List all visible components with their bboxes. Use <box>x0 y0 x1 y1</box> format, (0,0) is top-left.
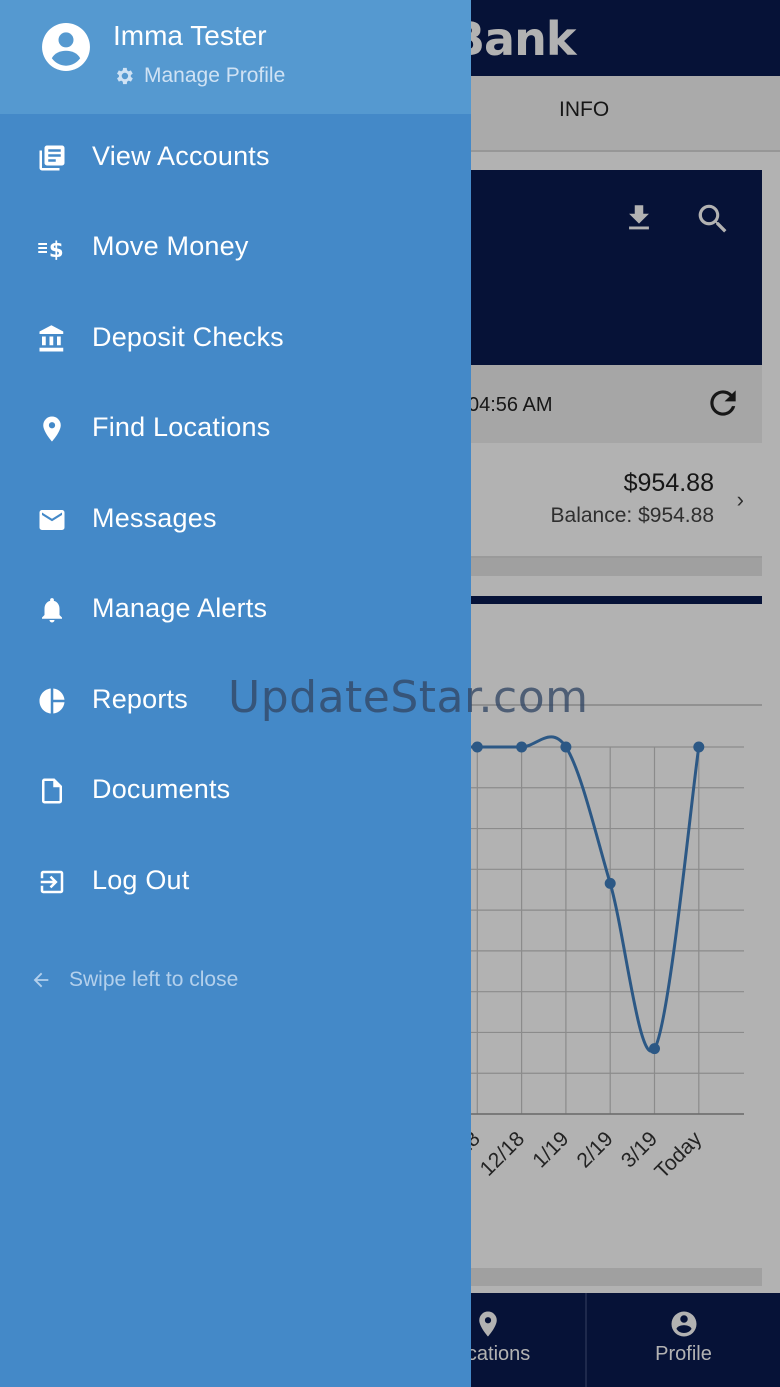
menu-label-find-locations: Find Locations <box>92 412 271 442</box>
menu-label-documents: Documents <box>92 774 231 804</box>
avatar-icon <box>42 23 90 71</box>
menu-label-log-out: Log Out <box>92 865 190 895</box>
bank-icon <box>39 325 64 352</box>
arrow-left-icon <box>33 972 49 988</box>
accounts-icon <box>39 145 65 171</box>
svg-text:$: $ <box>49 238 64 263</box>
bell-icon <box>42 598 62 623</box>
manage-profile-link[interactable]: Manage Profile <box>113 63 285 89</box>
pie-chart-icon <box>39 688 65 714</box>
watermark: UpdateStar.com <box>228 672 589 723</box>
drawer-header: Imma Tester Manage Profile <box>0 0 471 114</box>
menu-item-log-out[interactable]: Log Out <box>0 837 471 927</box>
menu-item-manage-alerts[interactable]: Manage Alerts <box>0 565 471 655</box>
document-icon <box>42 778 62 804</box>
gear-icon <box>117 67 133 85</box>
menu-item-documents[interactable]: Documents <box>0 746 471 836</box>
menu-item-view-accounts[interactable]: View Accounts <box>0 113 471 203</box>
menu-label-view-accounts: View Accounts <box>92 141 270 171</box>
user-name: Imma Tester <box>113 20 267 51</box>
logout-icon <box>40 870 64 894</box>
menu-label-manage-alerts: Manage Alerts <box>92 593 268 623</box>
swipe-hint-label: Swipe left to close <box>69 968 239 991</box>
menu-item-deposit-checks[interactable]: Deposit Checks <box>0 294 471 384</box>
menu-label-reports: Reports <box>92 684 188 714</box>
manage-profile-label: Manage Profile <box>144 64 286 87</box>
swipe-hint: Swipe left to close <box>30 965 238 995</box>
envelope-icon <box>39 510 65 530</box>
location-pin-icon <box>43 416 61 442</box>
menu-item-messages[interactable]: Messages <box>0 475 471 565</box>
menu-item-find-locations[interactable]: Find Locations <box>0 384 471 474</box>
menu-label-messages: Messages <box>92 503 217 533</box>
menu-item-move-money[interactable]: $ Move Money <box>0 203 471 293</box>
menu-label-deposit-checks: Deposit Checks <box>92 322 284 352</box>
transfer-money-icon: $ <box>38 238 64 263</box>
menu-label-move-money: Move Money <box>92 231 249 261</box>
